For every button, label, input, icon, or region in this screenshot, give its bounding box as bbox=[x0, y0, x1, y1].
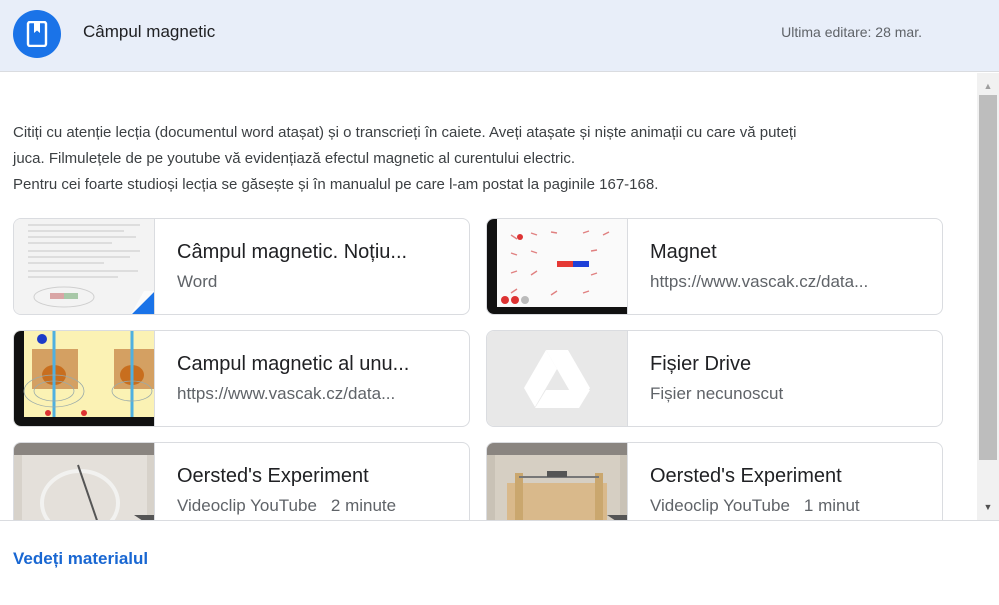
attachment-type: Videoclip YouTube 2 minute bbox=[177, 496, 457, 516]
post-content: Citiți cu atenție lecția (documentul wor… bbox=[0, 73, 977, 520]
attachment-type: Word bbox=[177, 272, 218, 291]
document-thumbnail bbox=[14, 219, 155, 314]
view-material-link[interactable]: Vedeți materialul bbox=[13, 549, 148, 569]
drive-logo-icon bbox=[487, 331, 628, 426]
video-thumbnail bbox=[487, 443, 628, 520]
description-line: Citiți cu atenție lecția (documentul wor… bbox=[13, 124, 797, 141]
attachment-title: Câmpul magnetic. Noțiu... bbox=[177, 241, 408, 263]
attachment-title: Campul magnetic al unu... bbox=[177, 353, 410, 375]
video-source: Videoclip YouTube bbox=[650, 496, 790, 515]
attachment-card-youtube-2[interactable]: Oersted's Experiment Videoclip YouTube 1 … bbox=[486, 442, 943, 520]
attachment-card-magnet-link[interactable]: Magnet https://www.vascak.cz/data... bbox=[486, 218, 943, 315]
attachment-type: Fișier necunoscut bbox=[650, 384, 784, 403]
attachment-card-drive-file[interactable]: Fișier Drive Fișier necunoscut bbox=[486, 330, 943, 427]
vertical-scrollbar[interactable]: ▲ ▼ bbox=[977, 73, 999, 520]
attachment-title: Oersted's Experiment bbox=[650, 465, 842, 487]
scrollbar-thumb[interactable] bbox=[979, 95, 997, 460]
attachment-title: Fișier Drive bbox=[650, 353, 752, 375]
attachment-card-youtube-1[interactable]: Oersted's Experiment Videoclip YouTube 2 … bbox=[13, 442, 470, 520]
attachment-card-word[interactable]: Câmpul magnetic. Noțiu... Word bbox=[13, 218, 470, 315]
post-title: Câmpul magnetic bbox=[83, 22, 216, 41]
last-edited-label: Ultima editare: 28 mar. bbox=[781, 24, 922, 40]
video-duration: 1 minut bbox=[803, 496, 860, 515]
video-thumbnail bbox=[14, 443, 155, 520]
scroll-up-arrow-icon[interactable]: ▲ bbox=[977, 77, 999, 95]
attachment-title: Magnet bbox=[650, 241, 717, 263]
scroll-down-arrow-icon[interactable]: ▼ bbox=[977, 498, 999, 516]
field-link-thumbnail bbox=[14, 331, 155, 426]
video-source: Videoclip YouTube bbox=[177, 496, 317, 515]
attachment-url: https://www.vascak.cz/data... bbox=[177, 384, 396, 403]
post-footer: Vedeți materialul bbox=[0, 520, 999, 605]
attachment-url: https://www.vascak.cz/data... bbox=[650, 272, 869, 291]
assignment-bookmark-icon bbox=[13, 10, 61, 58]
magnet-link-thumbnail bbox=[487, 219, 628, 314]
post-header: Câmpul magnetic Ultima editare: 28 mar. bbox=[0, 0, 999, 72]
description-line: juca. Filmulețele de pe youtube vă evide… bbox=[13, 150, 575, 167]
attachment-title: Oersted's Experiment bbox=[177, 465, 369, 487]
description-line: Pentru cei foarte studioși lecția se găs… bbox=[13, 176, 659, 193]
attachment-card-field-link[interactable]: Campul magnetic al unu... https://www.va… bbox=[13, 330, 470, 427]
video-duration: 2 minute bbox=[330, 496, 397, 515]
attachment-type: Videoclip YouTube 1 minut bbox=[650, 496, 930, 516]
post-description: Citiți cu atenție lecția (documentul wor… bbox=[13, 120, 963, 198]
